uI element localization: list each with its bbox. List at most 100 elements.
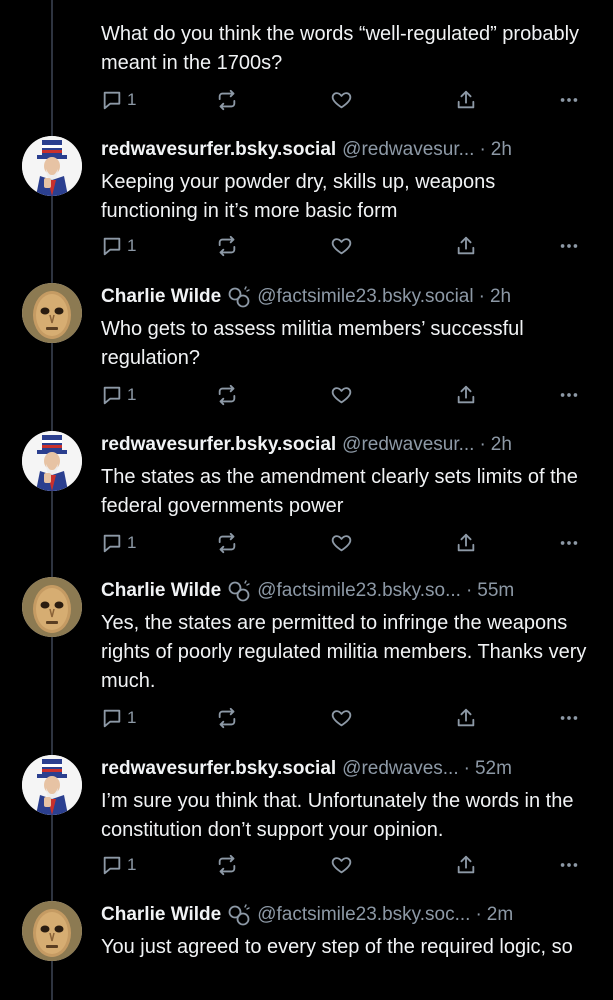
reply-icon [101,89,123,111]
repost-button[interactable] [216,853,238,877]
more-options-button[interactable] [557,706,581,730]
post-header: redwavesurfer.bsky.social @redwavesur...… [101,138,589,162]
handle[interactable]: @factsimile23.bsky.soc... [257,903,470,927]
more-options-icon [557,532,581,554]
share-button[interactable] [455,853,477,877]
reply-icon [101,384,123,406]
repost-button[interactable] [216,234,238,258]
repost-icon [216,532,238,554]
post-text: The states as the amendment clearly sets… [101,466,578,517]
like-button[interactable] [330,88,353,112]
repost-icon [216,854,238,876]
share-button[interactable] [455,706,477,730]
handle[interactable]: @factsimile23.bsky.so... [257,579,461,603]
separator: · [475,904,482,925]
separator: · [463,758,470,779]
reply-count: 1 [127,90,137,109]
repost-button[interactable] [216,383,238,407]
avatar[interactable] [22,283,82,343]
timestamp[interactable]: 2h [491,433,512,457]
link-icon [227,286,251,308]
post-header: redwavesurfer.bsky.social @redwaves... ·… [101,757,589,781]
post-text: Who gets to assess militia members’ succ… [101,318,524,369]
repost-icon [216,89,238,111]
timestamp[interactable]: 55m [477,579,514,603]
reply-count: 1 [127,855,137,874]
link-icon [227,580,251,602]
reply-button[interactable]: 1 [101,234,136,258]
reply-button[interactable]: 1 [101,853,136,877]
handle[interactable]: @redwavesur... [342,138,474,162]
reply-icon [101,532,123,554]
reply-button[interactable]: 1 [101,88,136,112]
reply-icon [101,235,123,257]
display-name[interactable]: redwavesurfer.bsky.social [101,757,336,781]
post-header: Charlie Wilde @factsimile23.bsky.social … [101,285,589,309]
more-options-icon [557,235,581,257]
separator: · [479,434,486,455]
like-button[interactable] [330,234,353,258]
timestamp[interactable]: 2h [490,285,511,309]
more-options-icon [557,707,581,729]
handle[interactable]: @factsimile23.bsky.social [257,285,473,309]
share-icon [455,854,477,876]
more-options-button[interactable] [557,383,581,407]
share-button[interactable] [455,383,477,407]
timestamp[interactable]: 2m [487,903,513,927]
reply-button[interactable]: 1 [101,383,136,407]
more-options-button[interactable] [557,531,581,555]
more-options-icon [557,89,581,111]
post-actions: 1 [101,853,581,877]
repost-icon [216,384,238,406]
display-name[interactable]: redwavesurfer.bsky.social [101,433,336,457]
more-options-button[interactable] [557,88,581,112]
reply-button[interactable]: 1 [101,531,136,555]
separator: · [479,139,486,160]
like-button[interactable] [330,853,353,877]
like-button[interactable] [330,531,353,555]
display-name[interactable]: Charlie Wilde [101,579,221,603]
separator: · [478,286,485,307]
avatar[interactable] [22,431,82,491]
handle[interactable]: @redwaves... [342,757,458,781]
more-options-button[interactable] [557,234,581,258]
reply-count: 1 [127,385,137,404]
share-button[interactable] [455,531,477,555]
repost-button[interactable] [216,531,238,555]
display-name[interactable]: Charlie Wilde [101,285,221,309]
post-text: You just agreed to every step of the req… [101,936,573,958]
like-button[interactable] [330,383,353,407]
post-actions: 1 [101,88,581,112]
share-icon [455,707,477,729]
share-button[interactable] [455,88,477,112]
reply-button[interactable]: 1 [101,706,136,730]
like-button[interactable] [330,706,353,730]
timestamp[interactable]: 52m [475,757,512,781]
display-name[interactable]: redwavesurfer.bsky.social [101,138,336,162]
repost-button[interactable] [216,706,238,730]
reply-count: 1 [127,236,137,255]
post-actions: 1 [101,383,581,407]
post-text: Yes, the states are permitted to infring… [101,612,587,692]
post-header: Charlie Wilde @factsimile23.bsky.so... ·… [101,579,589,603]
post-text: Keeping your powder dry, skills up, weap… [101,171,496,222]
heart-icon [330,235,353,257]
post-header: Charlie Wilde @factsimile23.bsky.soc... … [101,903,589,927]
timestamp[interactable]: 2h [491,138,512,162]
repost-button[interactable] [216,88,238,112]
heart-icon [330,532,353,554]
avatar[interactable] [22,901,82,961]
heart-icon [330,384,353,406]
avatar[interactable] [22,755,82,815]
display-name[interactable]: Charlie Wilde [101,903,221,927]
link-icon [227,904,251,926]
post-actions: 1 [101,706,581,730]
more-options-button[interactable] [557,853,581,877]
post-text: What do you think the words “well-regula… [101,23,580,74]
avatar[interactable] [22,136,82,196]
share-button[interactable] [455,234,477,258]
repost-icon [216,235,238,257]
handle[interactable]: @redwavesur... [342,433,474,457]
avatar[interactable] [22,577,82,637]
share-icon [455,384,477,406]
